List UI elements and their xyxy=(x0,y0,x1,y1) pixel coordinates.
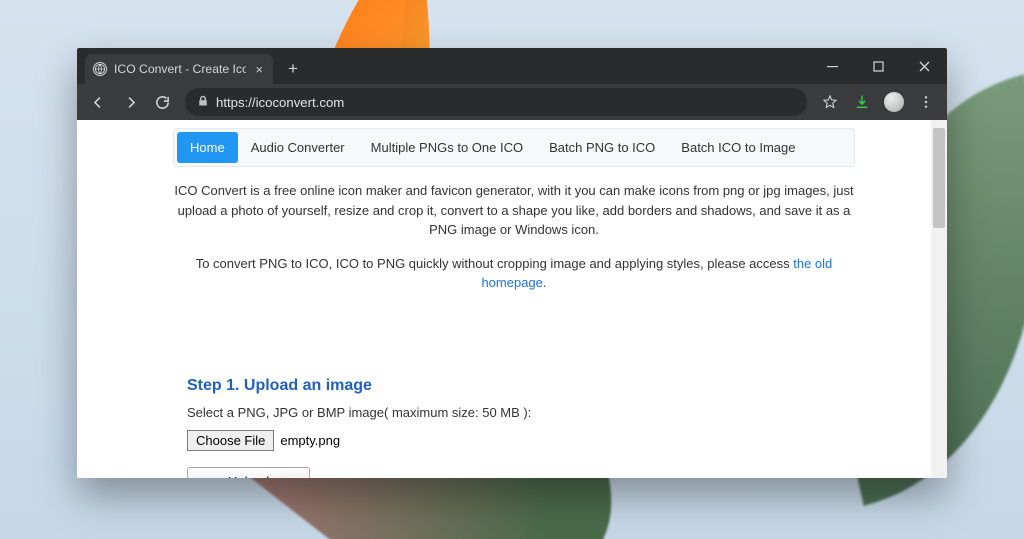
browser-tab[interactable]: ICO Convert - Create Icons From × xyxy=(85,54,273,84)
tab-title: ICO Convert - Create Icons From xyxy=(114,62,246,76)
intro-paragraph-2: To convert PNG to ICO, ICO to PNG quickl… xyxy=(171,254,857,293)
back-button[interactable] xyxy=(83,87,113,117)
address-bar[interactable]: https://icoconvert.com xyxy=(185,88,807,116)
selected-filename: empty.png xyxy=(280,433,340,448)
close-tab-icon[interactable]: × xyxy=(253,62,265,77)
reload-button[interactable] xyxy=(147,87,177,117)
file-input-row: Choose File empty.png xyxy=(187,430,937,451)
download-icon[interactable] xyxy=(847,87,877,117)
upload-button[interactable]: Upload xyxy=(187,467,310,479)
intro-text-suffix: . xyxy=(543,275,547,290)
nav-tab-home[interactable]: Home xyxy=(177,132,238,163)
site-nav-tabs: Home Audio Converter Multiple PNGs to On… xyxy=(173,128,855,167)
page-viewport: Home Audio Converter Multiple PNGs to On… xyxy=(77,120,947,478)
browser-window: ICO Convert - Create Icons From × + http… xyxy=(77,48,947,478)
nav-tab-audio-converter[interactable]: Audio Converter xyxy=(238,132,358,163)
nav-tab-batch-png-to-ico[interactable]: Batch PNG to ICO xyxy=(536,132,668,163)
browser-tabstrip: ICO Convert - Create Icons From × + xyxy=(77,48,947,84)
vertical-scrollbar[interactable] xyxy=(931,120,947,478)
menu-button[interactable] xyxy=(911,87,941,117)
step-1-instruction: Select a PNG, JPG or BMP image( maximum … xyxy=(187,405,937,420)
scrollbar-thumb[interactable] xyxy=(933,128,945,228)
step-1-heading: Step 1. Upload an image xyxy=(187,377,937,395)
lock-icon xyxy=(197,95,209,110)
new-tab-button[interactable]: + xyxy=(280,56,306,82)
minimize-button[interactable] xyxy=(809,48,855,84)
star-icon[interactable] xyxy=(815,87,845,117)
nav-tab-batch-ico-to-image[interactable]: Batch ICO to Image xyxy=(668,132,808,163)
globe-icon xyxy=(93,62,107,76)
page-content: Home Audio Converter Multiple PNGs to On… xyxy=(77,120,947,478)
browser-toolbar: https://icoconvert.com xyxy=(77,84,947,120)
nav-tab-multiple-pngs[interactable]: Multiple PNGs to One ICO xyxy=(358,132,536,163)
profile-avatar[interactable] xyxy=(879,87,909,117)
maximize-button[interactable] xyxy=(855,48,901,84)
address-url: https://icoconvert.com xyxy=(216,95,344,110)
window-controls xyxy=(809,48,947,84)
close-window-button[interactable] xyxy=(901,48,947,84)
intro-text: To convert PNG to ICO, ICO to PNG quickl… xyxy=(196,256,794,271)
forward-button[interactable] xyxy=(115,87,145,117)
intro-paragraph-1: ICO Convert is a free online icon maker … xyxy=(171,181,857,240)
choose-file-button[interactable]: Choose File xyxy=(187,430,274,451)
